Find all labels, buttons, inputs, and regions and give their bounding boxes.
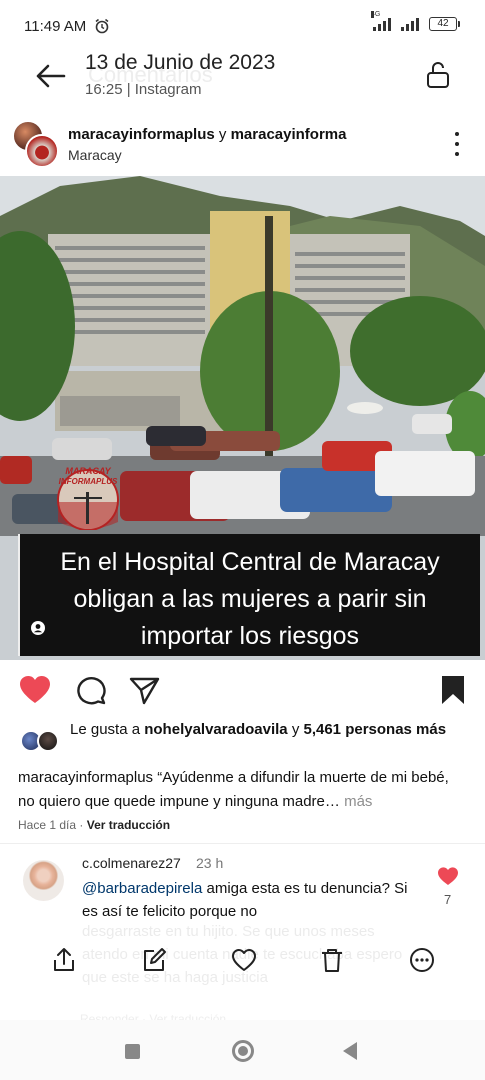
logo-text-1: MARACAY [65, 466, 111, 476]
post-description: maracayinformaplus “Ayúdenme a difundir … [18, 766, 468, 814]
likes-text: Le gusta a nohelyalvaradoavila y 5,461 p… [70, 720, 465, 740]
favorite-icon[interactable] [230, 946, 258, 974]
share-out-icon[interactable] [50, 946, 78, 974]
edit-icon[interactable] [140, 946, 168, 974]
post-location[interactable]: Maracay [68, 147, 122, 163]
signal-icon: 4G [371, 11, 391, 31]
desc-more-link[interactable]: más [344, 793, 372, 810]
comment-item: c.colmenarez27 23 h @barbaradepirela ami… [0, 846, 485, 926]
logo-text-2: INFORMAPLUS [59, 477, 118, 486]
account-icon [31, 621, 45, 635]
likes-connector: y [291, 721, 300, 738]
bookmark-icon[interactable] [436, 674, 470, 706]
status-time: 11:49 AM [24, 18, 87, 35]
back-icon[interactable] [343, 1042, 357, 1060]
battery-icon: 42 [429, 17, 460, 31]
header-subtitle: 16:25 | Instagram [85, 81, 202, 98]
divider [0, 843, 485, 844]
share-icon[interactable] [128, 674, 162, 706]
comment-mention[interactable]: @barbaradepirela [82, 880, 202, 897]
post-user1[interactable]: maracayinformaplus [68, 126, 215, 143]
back-arrow-icon[interactable] [30, 58, 70, 94]
post-header: maracayinformaplus y maracayinforma Mara… [0, 114, 485, 174]
post-image[interactable]: MARACAY INFORMAPLUS En el Hospital Centr… [0, 176, 485, 660]
delete-icon[interactable] [318, 946, 346, 974]
maracay-logo: MARACAY INFORMAPLUS [57, 466, 119, 530]
post-user2[interactable]: maracayinforma [231, 126, 347, 143]
comment-user[interactable]: c.colmenarez27 [82, 855, 181, 871]
header-date: 13 de Junio de 2023 [85, 51, 276, 74]
desc-user[interactable]: maracayinformaplus [18, 769, 153, 786]
comment-heart-icon[interactable] [437, 866, 459, 886]
liker-avatar-2 [37, 730, 59, 752]
likes-prefix: Le gusta a [70, 721, 141, 738]
viewer-toolbar [0, 942, 485, 982]
image-caption: En el Hospital Central de Maracay obliga… [60, 548, 440, 650]
home-icon[interactable] [232, 1040, 254, 1062]
post-authors: maracayinformaplus y maracayinforma [68, 126, 346, 143]
recents-icon[interactable] [125, 1044, 140, 1059]
post-time: Hace 1 día [18, 818, 77, 832]
unlock-icon[interactable] [422, 60, 454, 90]
more-options-icon[interactable] [408, 946, 436, 974]
image-caption-box: En el Hospital Central de Maracay obliga… [18, 534, 480, 656]
likes-row[interactable]: Le gusta a nohelyalvaradoavila y 5,461 p… [0, 718, 485, 762]
alarm-icon [95, 18, 109, 34]
likes-count[interactable]: 5,461 personas más [303, 721, 446, 738]
likes-user[interactable]: nohelyalvaradoavila [144, 721, 287, 738]
network-label: 4G [371, 11, 381, 18]
comment-avatar[interactable] [23, 860, 64, 901]
more-vertical-icon[interactable] [446, 132, 468, 156]
translate-link[interactable]: Ver traducción [87, 818, 170, 832]
post-joiner: y [218, 126, 227, 143]
system-nav-bar [0, 1020, 485, 1080]
avatar-user2[interactable] [25, 134, 59, 168]
header: Comentarios 13 de Junio de 2023 16:25 | … [0, 44, 485, 106]
comment-icon[interactable] [74, 674, 108, 706]
battery-level: 42 [437, 18, 449, 29]
signal-icon-2 [401, 17, 419, 31]
heart-icon[interactable] [18, 674, 52, 706]
meta-separator: · [79, 818, 84, 832]
comment-time: 23 h [196, 855, 224, 871]
post-actions [0, 668, 485, 712]
comment-text: @barbaradepirela amiga esta es tu denunc… [82, 877, 412, 923]
post-meta: Hace 1 día · Ver traducción [18, 818, 170, 832]
comment-like-count: 7 [444, 892, 452, 907]
